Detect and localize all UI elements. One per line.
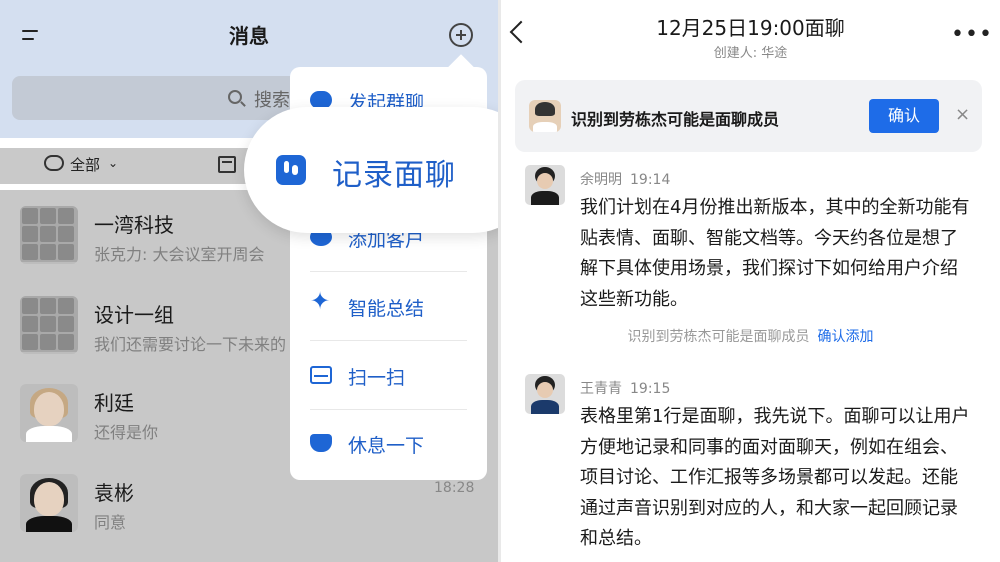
message-sender: 余明明 19:14	[580, 169, 670, 189]
chat-title: 12月25日19:00面聊	[656, 16, 845, 40]
screen: 消息 搜索 全部 ⌄ 一湾科技 张克力: 大会议室开周会 设计一组 我们还需要讨…	[0, 0, 1000, 562]
menu-item-label: 记录面聊	[332, 158, 456, 193]
more-icon[interactable]: •••	[951, 22, 993, 47]
chat-detail-panel: 12月25日19:00面聊 创建人: 华途 ••• 识别到劳栋杰可能是面聊成员 …	[501, 0, 1000, 562]
chat-preview: 张克力: 大会议室开周会	[94, 245, 265, 264]
menu-item-label: 智能总结	[348, 298, 425, 320]
search-placeholder: 搜索	[254, 90, 290, 111]
avatar	[20, 474, 78, 532]
group-avatar	[20, 296, 78, 354]
menu-item-take-a-break[interactable]: 休息一下	[290, 410, 487, 478]
sender-name: 余明明	[580, 172, 622, 188]
add-icon[interactable]	[449, 23, 473, 47]
chat-preview: 还得是你	[94, 423, 159, 442]
search-icon	[228, 90, 242, 104]
message-text: 我们计划在4月份推出新版本，其中的全新功能有贴表情、面聊、智能文档等。今天约各位…	[580, 197, 970, 310]
menu-item-scan[interactable]: 扫一扫	[290, 342, 487, 410]
chat-name: 设计一组	[94, 303, 174, 327]
chat-preview: 我们还需要讨论一下未来的	[94, 335, 287, 354]
chat-time: 18:28	[434, 480, 475, 496]
banner-text: 识别到劳栋杰可能是面聊成员	[571, 110, 780, 129]
chat-creator: 创建人: 华途	[713, 46, 788, 61]
close-icon[interactable]: ×	[955, 104, 970, 125]
chat-name: 一湾科技	[94, 213, 174, 237]
system-notice: 识别到劳栋杰可能是面聊成员 确认添加	[501, 326, 1000, 346]
chat-preview: 同意	[94, 513, 127, 532]
message-time: 19:15	[630, 381, 671, 397]
avatar[interactable]	[525, 374, 565, 414]
chat-name: 利廷	[94, 391, 134, 415]
sender-name: 王青青	[580, 381, 622, 397]
cup-icon	[310, 434, 332, 452]
filter-dropdown[interactable]: 全部	[70, 154, 100, 175]
calendar-icon[interactable]	[218, 156, 236, 173]
menu-item-label: 扫一扫	[348, 367, 406, 389]
chevron-down-icon[interactable]: ⌄	[108, 156, 118, 170]
chat-bubble-icon	[44, 155, 64, 171]
system-notice-text: 识别到劳栋杰可能是面聊成员	[627, 329, 810, 345]
member-suggestion-banner: 识别到劳栋杰可能是面聊成员 确认 ×	[515, 80, 982, 152]
menu-item-smart-summary[interactable]: ✦ 智能总结	[290, 273, 487, 341]
confirm-button[interactable]: 确认	[869, 99, 939, 133]
avatar	[20, 384, 78, 442]
record-chat-icon	[276, 155, 306, 185]
chat-name: 袁彬	[94, 481, 134, 505]
sparkle-icon: ✦	[310, 287, 331, 315]
group-avatar	[20, 206, 78, 264]
confirm-add-link[interactable]: 确认添加	[818, 329, 874, 345]
message-list-panel: 消息 搜索 全部 ⌄ 一湾科技 张克力: 大会议室开周会 设计一组 我们还需要讨…	[0, 0, 498, 562]
message-time: 19:14	[630, 172, 671, 188]
message-text: 表格里第1行是面聊，我先说下。面聊可以让用户方便地记录和同事的面对面聊天，例如在…	[580, 406, 970, 549]
message-sender: 王青青 19:15	[580, 378, 670, 398]
avatar	[529, 100, 561, 132]
menu-item-record-chat[interactable]: 记录面聊	[244, 107, 498, 233]
avatar[interactable]	[525, 165, 565, 205]
page-title: 消息	[229, 24, 269, 48]
scan-icon	[310, 366, 332, 384]
menu-item-label: 休息一下	[348, 435, 425, 457]
